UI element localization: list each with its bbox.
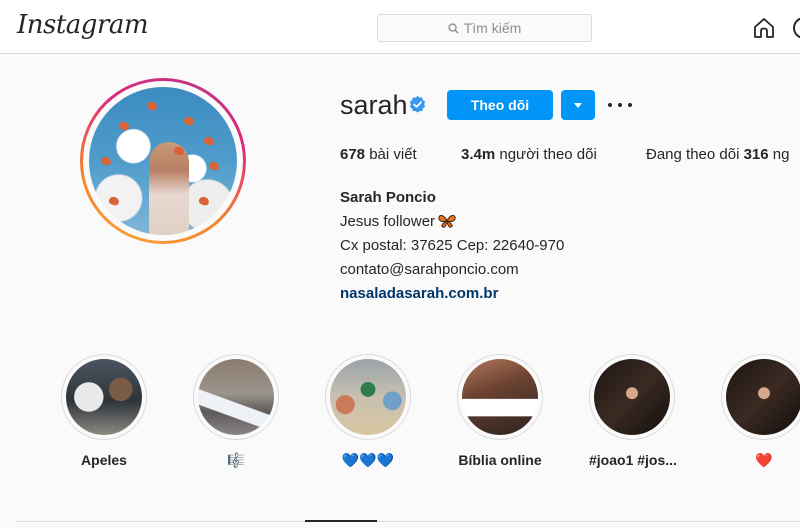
instagram-logo[interactable]: Instagram [17, 10, 149, 40]
search-input[interactable]: Tìm kiếm [377, 14, 592, 42]
active-tab-indicator[interactable] [305, 520, 377, 522]
highlight-label: #joao1 #jos... [589, 452, 677, 468]
highlight-label: ❤️ [755, 452, 773, 468]
direct-icon[interactable] [793, 17, 800, 39]
profile-avatar[interactable] [80, 78, 246, 244]
home-icon[interactable] [752, 16, 776, 40]
highlight-item[interactable]: ❤️ [721, 354, 800, 469]
suggested-accounts-dropdown-button[interactable] [561, 90, 595, 120]
highlight-cover [726, 359, 800, 435]
followers-stat[interactable]: 3.4m người theo dõi [461, 146, 597, 163]
story-highlights: Apeles 🎼 💙💙💙 Bíblia online #joao1 #jos..… [61, 354, 800, 474]
bio-line: contato@sarahponcio.com [340, 261, 519, 278]
website-link[interactable]: nasaladasarah.com.br [340, 282, 564, 306]
verified-badge-icon [409, 95, 426, 113]
profile-bio: Sarah Poncio Jesus follower Cx postal: 3… [340, 186, 564, 306]
butterfly-icon [438, 215, 456, 228]
highlight-cover [330, 359, 406, 435]
highlight-label: Bíblia online [458, 452, 542, 468]
profile-username: sarah [340, 90, 408, 120]
highlight-item[interactable]: Apeles [61, 354, 147, 468]
search-icon [448, 22, 459, 34]
more-options-button[interactable] [608, 96, 632, 114]
avatar-image [89, 87, 237, 235]
posts-stat: 678 bài viết [340, 146, 417, 163]
bio-line: Cx postal: 37625 Cep: 22640-970 [340, 237, 565, 254]
following-stat[interactable]: Đang theo dõi 316 ng [646, 146, 789, 163]
follow-button[interactable]: Theo dõi [447, 90, 553, 120]
highlight-cover [66, 359, 142, 435]
full-name: Sarah Poncio [340, 189, 436, 206]
highlight-item[interactable]: 🎼 [193, 354, 279, 469]
highlight-cover [594, 359, 670, 435]
search-placeholder: Tìm kiếm [463, 20, 522, 36]
top-navigation-bar: Instagram Tìm kiếm [0, 0, 800, 54]
highlight-label: Apeles [81, 452, 127, 468]
highlight-label: 🎼 [227, 452, 245, 468]
highlight-label: 💙💙💙 [341, 452, 395, 468]
tabs-divider [17, 521, 800, 522]
highlight-cover [198, 359, 274, 435]
highlight-item[interactable]: Bíblia online [457, 354, 543, 468]
chevron-down-icon [574, 102, 582, 108]
highlight-cover [462, 359, 538, 435]
bio-line: Jesus follower [340, 210, 564, 234]
highlight-item[interactable]: #joao1 #jos... [589, 354, 677, 468]
highlight-item[interactable]: 💙💙💙 [325, 354, 411, 469]
